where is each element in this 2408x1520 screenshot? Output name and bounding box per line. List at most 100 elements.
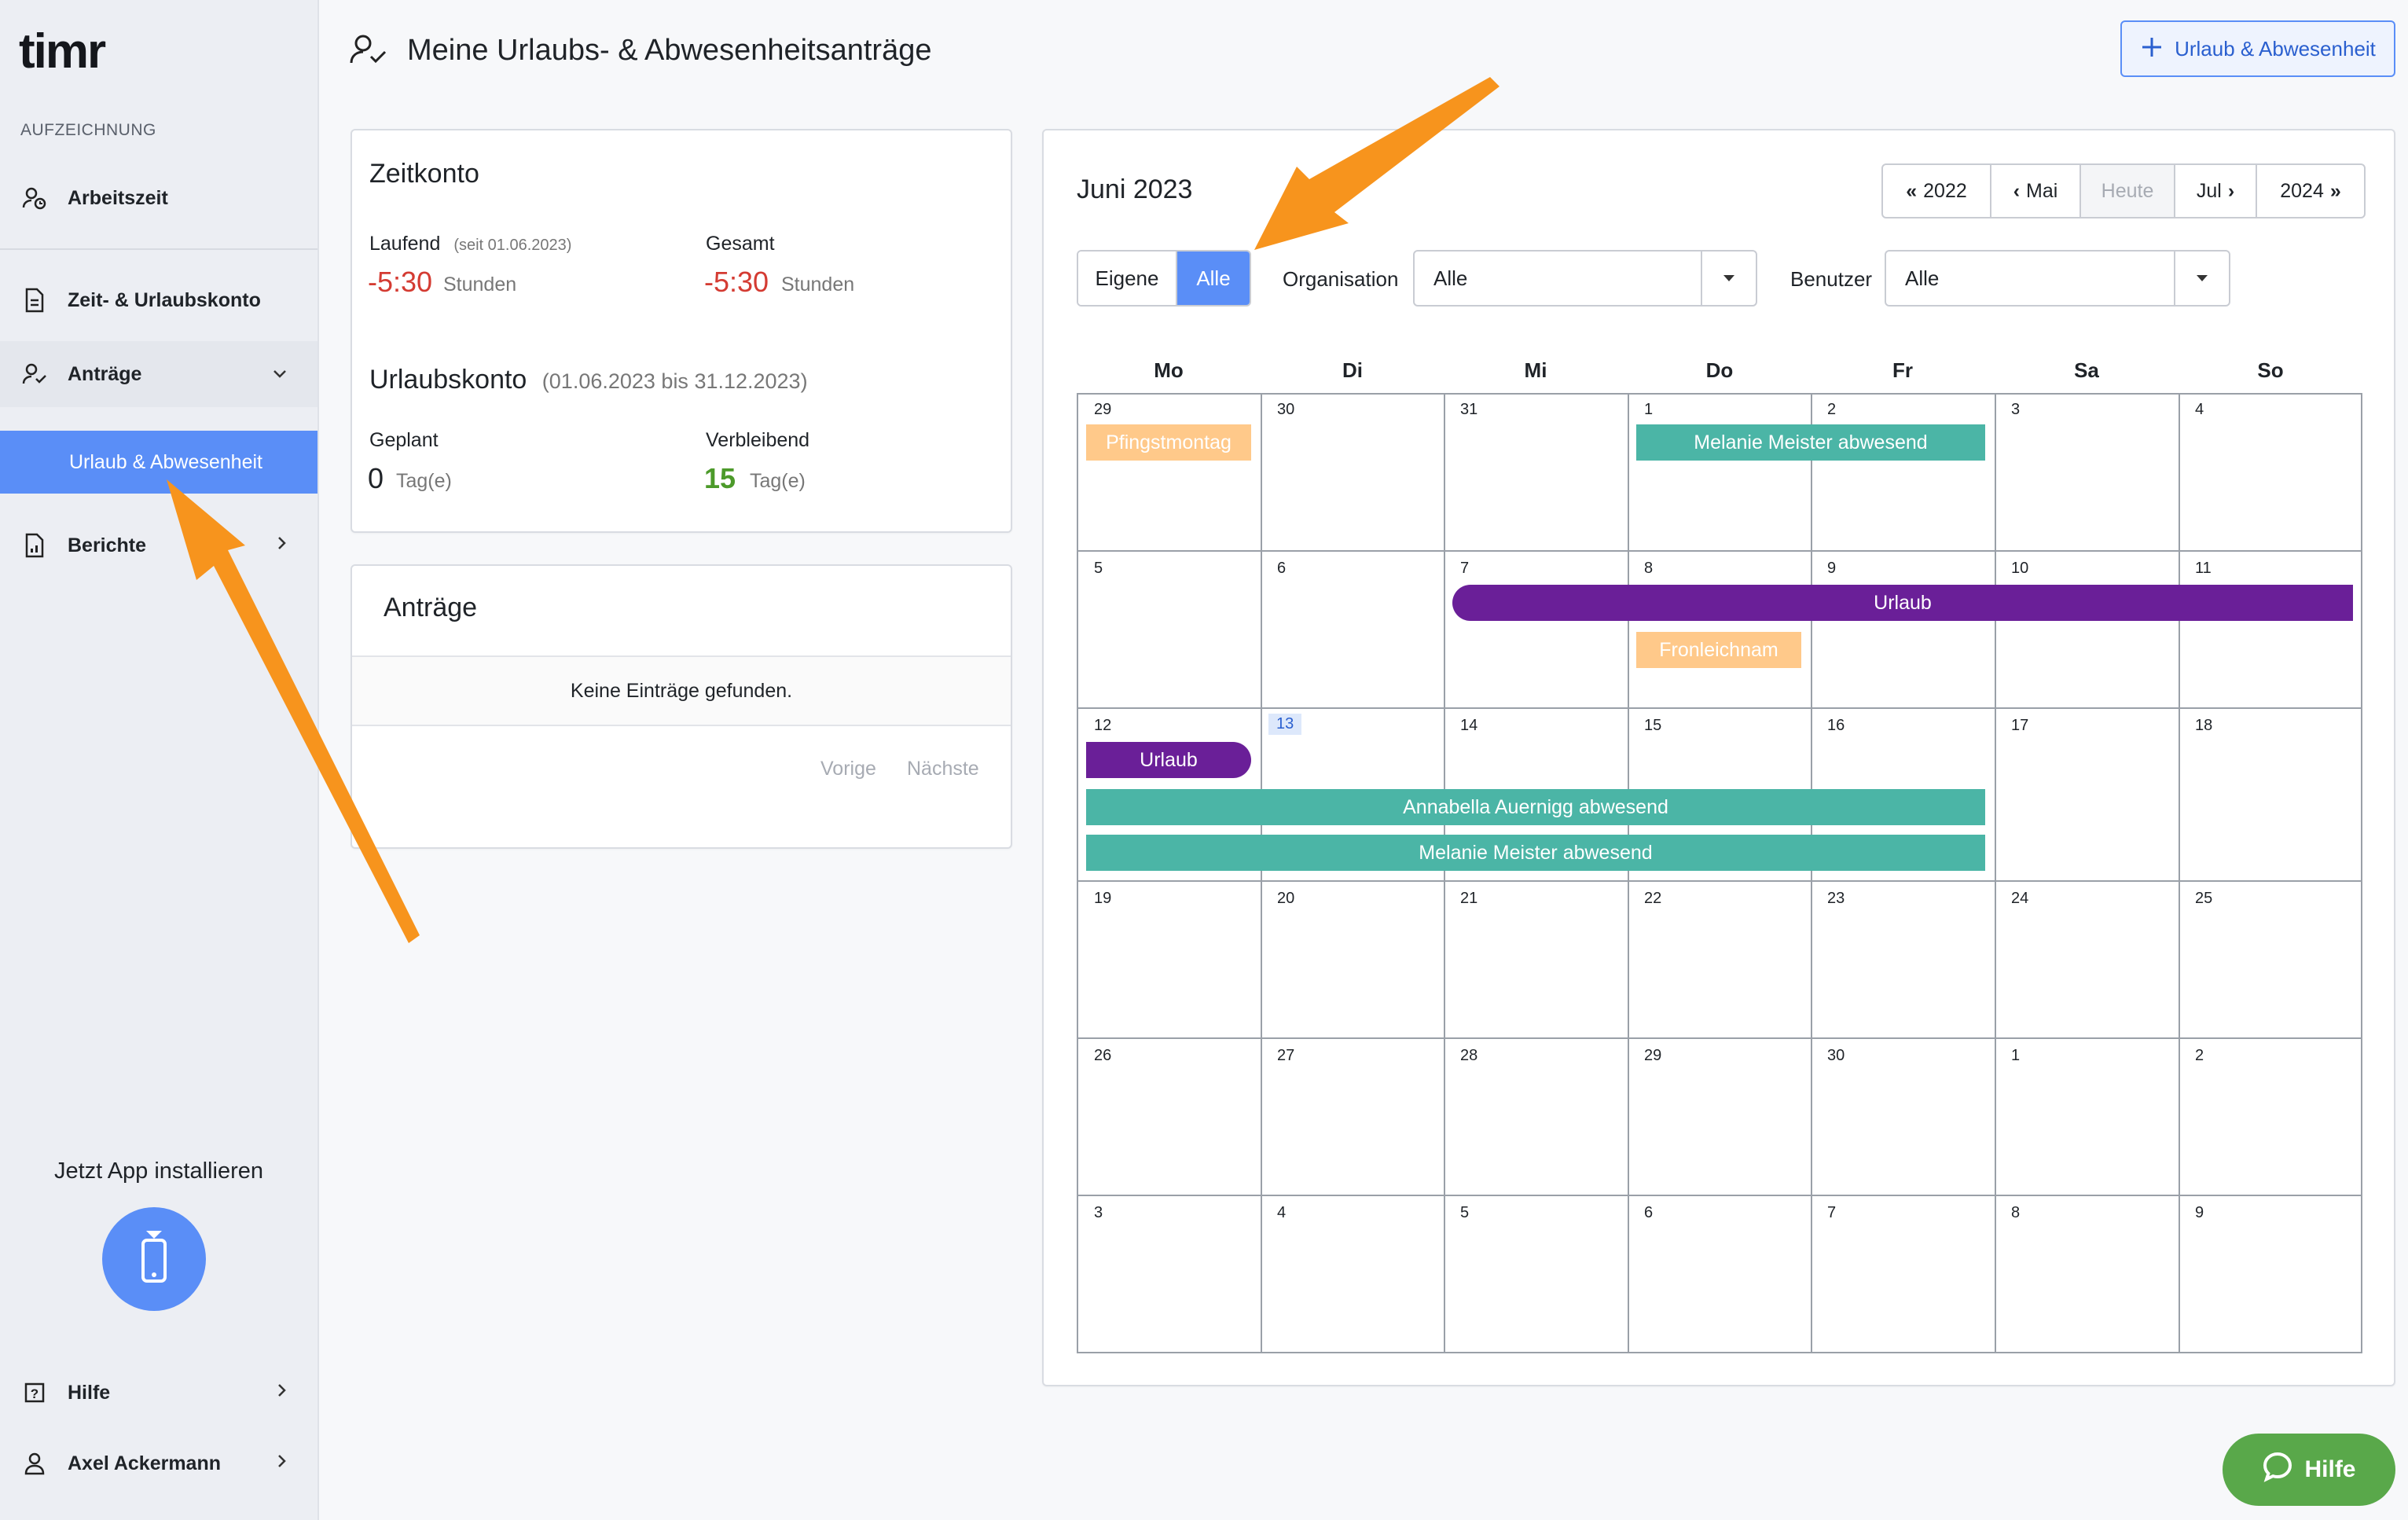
day-number[interactable]: 30 — [1827, 1047, 1845, 1065]
gesamt-value: -5:30 — [704, 266, 769, 298]
day-number[interactable]: 9 — [2195, 1204, 2204, 1222]
day-number[interactable]: 7 — [1460, 560, 1469, 578]
vacation-event[interactable]: Urlaub — [1086, 742, 1251, 778]
day-number[interactable]: 9 — [1827, 560, 1836, 578]
day-number[interactable]: 6 — [1644, 1204, 1653, 1222]
holiday-event[interactable]: Fronleichnam — [1636, 632, 1801, 668]
benutzer-select[interactable]: Alle — [1885, 250, 2230, 307]
day-number[interactable]: 7 — [1827, 1204, 1836, 1222]
absence-event[interactable]: Melanie Meister abwesend — [1636, 424, 1985, 461]
vacation-event[interactable]: Urlaub — [1452, 585, 2353, 621]
day-number[interactable]: 8 — [2011, 1204, 2020, 1222]
prev-page-button[interactable]: Vorige — [820, 758, 876, 780]
day-number[interactable]: 15 — [1644, 717, 1661, 735]
day-number[interactable]: 31 — [1460, 401, 1477, 419]
double-chevron-left-icon: « — [1906, 179, 1918, 202]
grid-line — [1078, 707, 2361, 709]
prev-year-button[interactable]: « 2022 — [1883, 165, 1991, 217]
day-number[interactable]: 27 — [1277, 1047, 1294, 1065]
day-number[interactable]: 8 — [1644, 560, 1653, 578]
grid-line — [1261, 395, 1262, 1352]
plus-icon — [2140, 31, 2164, 67]
toggle-alle[interactable]: Alle — [1177, 251, 1250, 305]
grid-line — [1628, 395, 1629, 1352]
next-month-button[interactable]: Jul › — [2175, 165, 2257, 217]
day-number[interactable]: 12 — [1094, 717, 1111, 735]
day-number[interactable]: 17 — [2011, 717, 2028, 735]
day-number[interactable]: 28 — [1460, 1047, 1477, 1065]
day-number[interactable]: 11 — [2195, 560, 2212, 578]
calendar-grid — [1077, 393, 2362, 1353]
day-number[interactable]: 6 — [1277, 560, 1286, 578]
sidebar-item-label: Zeit- & Urlaubskonto — [68, 288, 261, 311]
day-number[interactable]: 30 — [1277, 401, 1294, 419]
day-number[interactable]: 14 — [1460, 717, 1477, 735]
today-button[interactable]: Heute — [2081, 165, 2175, 217]
day-number[interactable]: 1 — [2011, 1047, 2020, 1065]
sidebar-item-berichte[interactable]: Berichte — [0, 512, 318, 578]
verbleibend-value: 15 — [704, 462, 736, 494]
day-number[interactable]: 24 — [2011, 890, 2028, 908]
absence-event[interactable]: Annabella Auernigg abwesend — [1086, 789, 1985, 825]
sidebar-item-arbeitszeit[interactable]: Arbeitszeit — [0, 165, 318, 231]
install-app-label: Jetzt App installieren — [54, 1158, 263, 1184]
sidebar-item-urlaub-abwesenheit[interactable]: Urlaub & Abwesenheit — [0, 431, 318, 494]
sidebar-item-label: Anträge — [68, 362, 142, 385]
day-number[interactable]: 3 — [2011, 401, 2020, 419]
day-number[interactable]: 25 — [2195, 890, 2212, 908]
day-number[interactable]: 29 — [1644, 1047, 1661, 1065]
sidebar-item-zeitkonto[interactable]: Zeit- & Urlaubskonto — [0, 267, 318, 333]
verbleibend-label: Verbleibend — [706, 429, 810, 451]
help-chat-button[interactable]: Hilfe — [2223, 1434, 2395, 1506]
sidebar-item-hilfe[interactable]: ? Hilfe — [0, 1360, 318, 1426]
page-title: Meine Urlaubs- & Abwesenheitsanträge — [407, 33, 932, 67]
day-number[interactable]: 4 — [1277, 1204, 1286, 1222]
chevron-right-icon: › — [2227, 179, 2235, 202]
user-name: Axel Ackermann — [68, 1452, 221, 1474]
toggle-eigene[interactable]: Eigene — [1078, 251, 1177, 305]
double-chevron-right-icon: » — [2329, 179, 2341, 202]
day-number[interactable]: 19 — [1094, 890, 1111, 908]
empty-state: Keine Einträge gefunden. — [352, 657, 1011, 726]
sidebar-item-user[interactable]: Axel Ackermann — [0, 1430, 318, 1496]
sidebar-item-label: Hilfe — [68, 1381, 111, 1404]
day-number[interactable]: 21 — [1460, 890, 1477, 908]
absence-event[interactable]: Melanie Meister abwesend — [1086, 835, 1985, 871]
scope-toggle: Eigene Alle — [1077, 250, 1251, 307]
organisation-select[interactable]: Alle — [1413, 250, 1757, 307]
sidebar-item-antraege[interactable]: Anträge — [0, 341, 318, 407]
day-number[interactable]: 5 — [1094, 560, 1103, 578]
day-number[interactable]: 23 — [1827, 890, 1845, 908]
next-page-button[interactable]: Nächste — [907, 758, 979, 780]
install-app-button[interactable] — [102, 1207, 206, 1311]
day-number[interactable]: 29 — [1094, 401, 1111, 419]
day-number[interactable]: 3 — [1094, 1204, 1103, 1222]
add-absence-button[interactable]: Urlaub & Abwesenheit — [2120, 20, 2395, 77]
page-header: Meine Urlaubs- & Abwesenheitsanträge — [349, 27, 932, 74]
day-number[interactable]: 22 — [1644, 890, 1661, 908]
day-number[interactable]: 1 — [1644, 401, 1653, 419]
laufend-value: -5:30 — [368, 266, 433, 298]
benutzer-label: Benutzer — [1790, 267, 1873, 291]
sidebar-item-label: Arbeitszeit — [68, 186, 168, 209]
day-number[interactable]: 4 — [2195, 401, 2204, 419]
caret-down-icon — [1701, 251, 1756, 305]
day-number[interactable]: 16 — [1827, 717, 1845, 735]
app-logo[interactable]: timr — [19, 24, 106, 79]
day-number[interactable]: 26 — [1094, 1047, 1111, 1065]
day-number[interactable]: 2 — [1827, 401, 1836, 419]
day-number[interactable]: 2 — [2195, 1047, 2204, 1065]
day-number[interactable]: 5 — [1460, 1204, 1469, 1222]
holiday-event[interactable]: Pfingstmontag — [1086, 424, 1251, 461]
day-number[interactable]: 18 — [2195, 717, 2212, 735]
svg-text:?: ? — [31, 1386, 39, 1401]
day-number[interactable]: 10 — [2011, 560, 2028, 578]
weekday-header: Mo — [1154, 358, 1184, 382]
grid-line — [1078, 1195, 2361, 1196]
day-number[interactable]: 20 — [1277, 890, 1294, 908]
day-number-today[interactable]: 13 — [1268, 714, 1302, 735]
prev-month-button[interactable]: ‹ Mai — [1991, 165, 2081, 217]
next-year-button[interactable]: 2024 » — [2257, 165, 2364, 217]
divider — [0, 248, 318, 250]
next-month-label: Jul — [2196, 179, 2222, 202]
